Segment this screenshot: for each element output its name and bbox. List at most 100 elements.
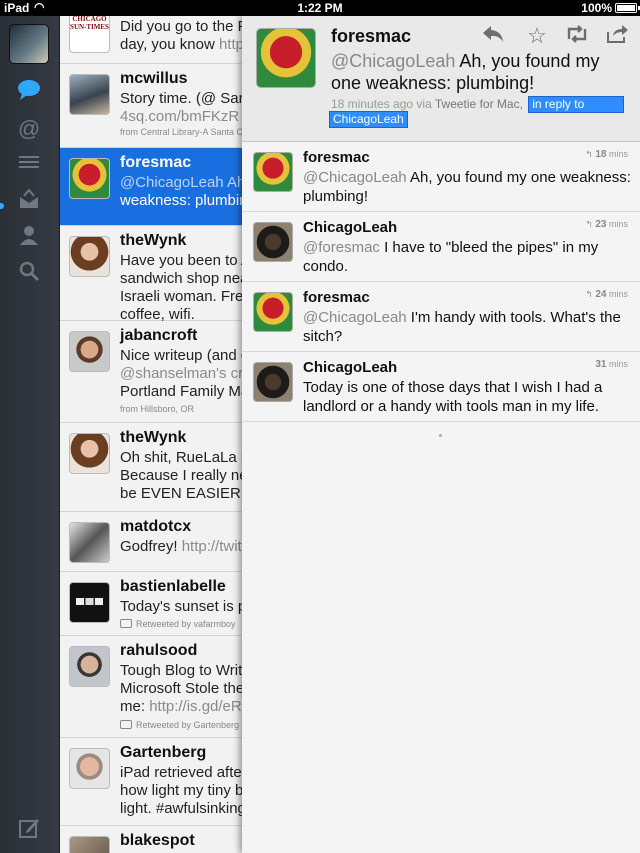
timeline-row-selected[interactable]: foresmac @ChicagoLeah Ah weakness: plumb…: [60, 148, 250, 226]
tweet-link[interactable]: http: [219, 36, 244, 53]
unread-indicator: [0, 203, 4, 209]
avatar[interactable]: [253, 362, 293, 402]
conversation-row[interactable]: ChicagoLeah 31 mins Today is one of thos…: [242, 352, 640, 422]
avatar[interactable]: [69, 646, 110, 687]
tweet-time: ↰ 24 mins: [585, 289, 628, 300]
avatar[interactable]: [69, 836, 110, 853]
clock: 1:22 PM: [297, 1, 343, 15]
author-name[interactable]: matdotcx: [120, 518, 191, 536]
conversation-row[interactable]: foresmac ↰ 18 mins @ChicagoLeah Ah, you …: [242, 142, 640, 212]
reply-user-link[interactable]: ChicagoLeah: [329, 111, 408, 128]
mentions-icon[interactable]: @: [14, 114, 44, 144]
author-name[interactable]: foresmac: [331, 26, 411, 47]
client-name: Tweetie for Mac,: [434, 97, 523, 111]
author-name[interactable]: foresmac: [120, 154, 191, 172]
author-name[interactable]: bastienlabelle: [120, 578, 226, 596]
timeline-row[interactable]: theWynk Oh shit, RueLaLa h Because I rea…: [60, 423, 250, 512]
author-name[interactable]: Gartenberg: [120, 744, 206, 762]
author-name[interactable]: ChicagoLeah: [303, 359, 397, 376]
tweet-text: me:: [120, 698, 150, 715]
avatar[interactable]: [69, 582, 110, 623]
lists-icon[interactable]: [14, 150, 44, 180]
tweet-location: from Central Library-A Santa C: [120, 127, 244, 137]
author-name[interactable]: mcwillus: [120, 70, 188, 88]
timeline-row[interactable]: mcwillus Story time. (@ Sar 4sq.com/bmFK…: [60, 64, 250, 148]
time-value: 31: [595, 359, 607, 370]
tweet-text: day, you know: [120, 36, 219, 53]
status-bar: iPad ◠ 1:22 PM 100%: [0, 0, 640, 16]
avatar[interactable]: [69, 236, 110, 277]
time-value: 18: [595, 149, 607, 160]
timeline: Did you go to the F day, you know http m…: [60, 16, 250, 853]
tweet-link[interactable]: http://twit: [182, 538, 242, 555]
time-unit: mins: [608, 289, 628, 299]
retweet-icon: [120, 720, 132, 729]
search-icon[interactable]: [14, 260, 44, 290]
author-name[interactable]: rahulsood: [120, 642, 197, 660]
tweet-text: Did you go to the F: [120, 18, 247, 35]
avatar[interactable]: [253, 222, 293, 262]
author-name[interactable]: theWynk: [120, 429, 186, 447]
tweets-icon[interactable]: [14, 78, 44, 108]
tweet-text: iPad retrieved after: [120, 764, 247, 781]
avatar[interactable]: [69, 74, 110, 115]
tweet-text: be EVEN EASIER.: [120, 485, 246, 502]
tweet-time: 31 mins: [595, 359, 628, 370]
tweet-text: Today is one of those days that I wish I…: [303, 379, 603, 415]
author-name[interactable]: blakespot: [120, 832, 195, 850]
tweet-text: Israeli woman. Fre: [120, 288, 244, 305]
mention-link[interactable]: @ChicagoLeah: [331, 51, 455, 71]
in-reply-to-link[interactable]: in reply to: [528, 96, 625, 113]
avatar[interactable]: [69, 331, 110, 372]
avatar[interactable]: [253, 152, 293, 192]
mention-link[interactable]: @foresmac: [303, 239, 380, 256]
tweet-text: Story time. (@ Sar: [120, 90, 244, 107]
time-unit: mins: [608, 359, 628, 369]
profile-icon[interactable]: [14, 224, 44, 254]
conversation-row[interactable]: foresmac ↰ 24 mins @ChicagoLeah I'm hand…: [242, 282, 640, 352]
time-value: 23: [595, 219, 607, 230]
mention-link[interactable]: @ChicagoLeah: [303, 169, 407, 186]
messages-icon[interactable]: [14, 188, 44, 218]
author-name[interactable]: foresmac: [303, 149, 370, 166]
star-icon[interactable]: ☆: [524, 24, 550, 48]
tweet-link[interactable]: http://is.gd/eR: [149, 698, 242, 715]
tweet-mention[interactable]: @shanselman's cr: [120, 365, 243, 382]
timeline-row[interactable]: blakespot: [60, 826, 250, 853]
retweet-attribution: Retweeted by Gartenberg: [120, 720, 239, 730]
timeline-row[interactable]: theWynk Have you been to A sandwich shop…: [60, 226, 250, 323]
tweet-time: ↰ 18 mins: [585, 149, 628, 160]
author-name[interactable]: theWynk: [120, 232, 186, 250]
mention-link[interactable]: @ChicagoLeah: [303, 309, 407, 326]
author-name[interactable]: ChicagoLeah: [303, 219, 397, 236]
tweet-text: light. #awfulsinking: [120, 800, 246, 817]
author-avatar[interactable]: [256, 28, 316, 88]
avatar[interactable]: [253, 292, 293, 332]
timeline-row[interactable]: rahulsood Tough Blog to Writ Microsoft S…: [60, 636, 250, 738]
avatar[interactable]: [69, 16, 110, 53]
tweet-text: Godfrey!: [120, 538, 182, 555]
tweet-text: Have you been to A: [120, 252, 250, 269]
account-avatar[interactable]: [9, 24, 49, 64]
retweet-label: Retweeted by Gartenberg: [136, 720, 240, 730]
avatar[interactable]: [69, 158, 110, 199]
timeline-row[interactable]: Did you go to the F day, you know http: [60, 16, 250, 64]
timeline-row[interactable]: matdotcx Godfrey! http://twit: [60, 512, 250, 572]
timeline-row[interactable]: Gartenberg iPad retrieved after how ligh…: [60, 738, 250, 826]
timeline-row[interactable]: jabancroft Nice writeup (and c @shanselm…: [60, 321, 250, 423]
tweet-location: from Hillsboro, OR: [120, 404, 195, 414]
tweet-link[interactable]: 4sq.com/bmFKzR: [120, 108, 239, 125]
avatar[interactable]: [69, 748, 110, 789]
compose-icon[interactable]: [14, 816, 44, 846]
avatar[interactable]: [69, 522, 110, 563]
time-unit: mins: [608, 219, 628, 229]
author-name[interactable]: foresmac: [303, 289, 370, 306]
share-icon[interactable]: [604, 24, 630, 48]
avatar[interactable]: [69, 433, 110, 474]
battery-percent: 100%: [581, 1, 612, 15]
retweet-icon[interactable]: [564, 24, 590, 48]
reply-icon[interactable]: [480, 24, 506, 48]
conversation-row[interactable]: ChicagoLeah ↰ 23 mins @foresmac I have t…: [242, 212, 640, 282]
author-name[interactable]: jabancroft: [120, 327, 197, 345]
timeline-row[interactable]: bastienlabelle Today's sunset is p Retwe…: [60, 572, 250, 636]
